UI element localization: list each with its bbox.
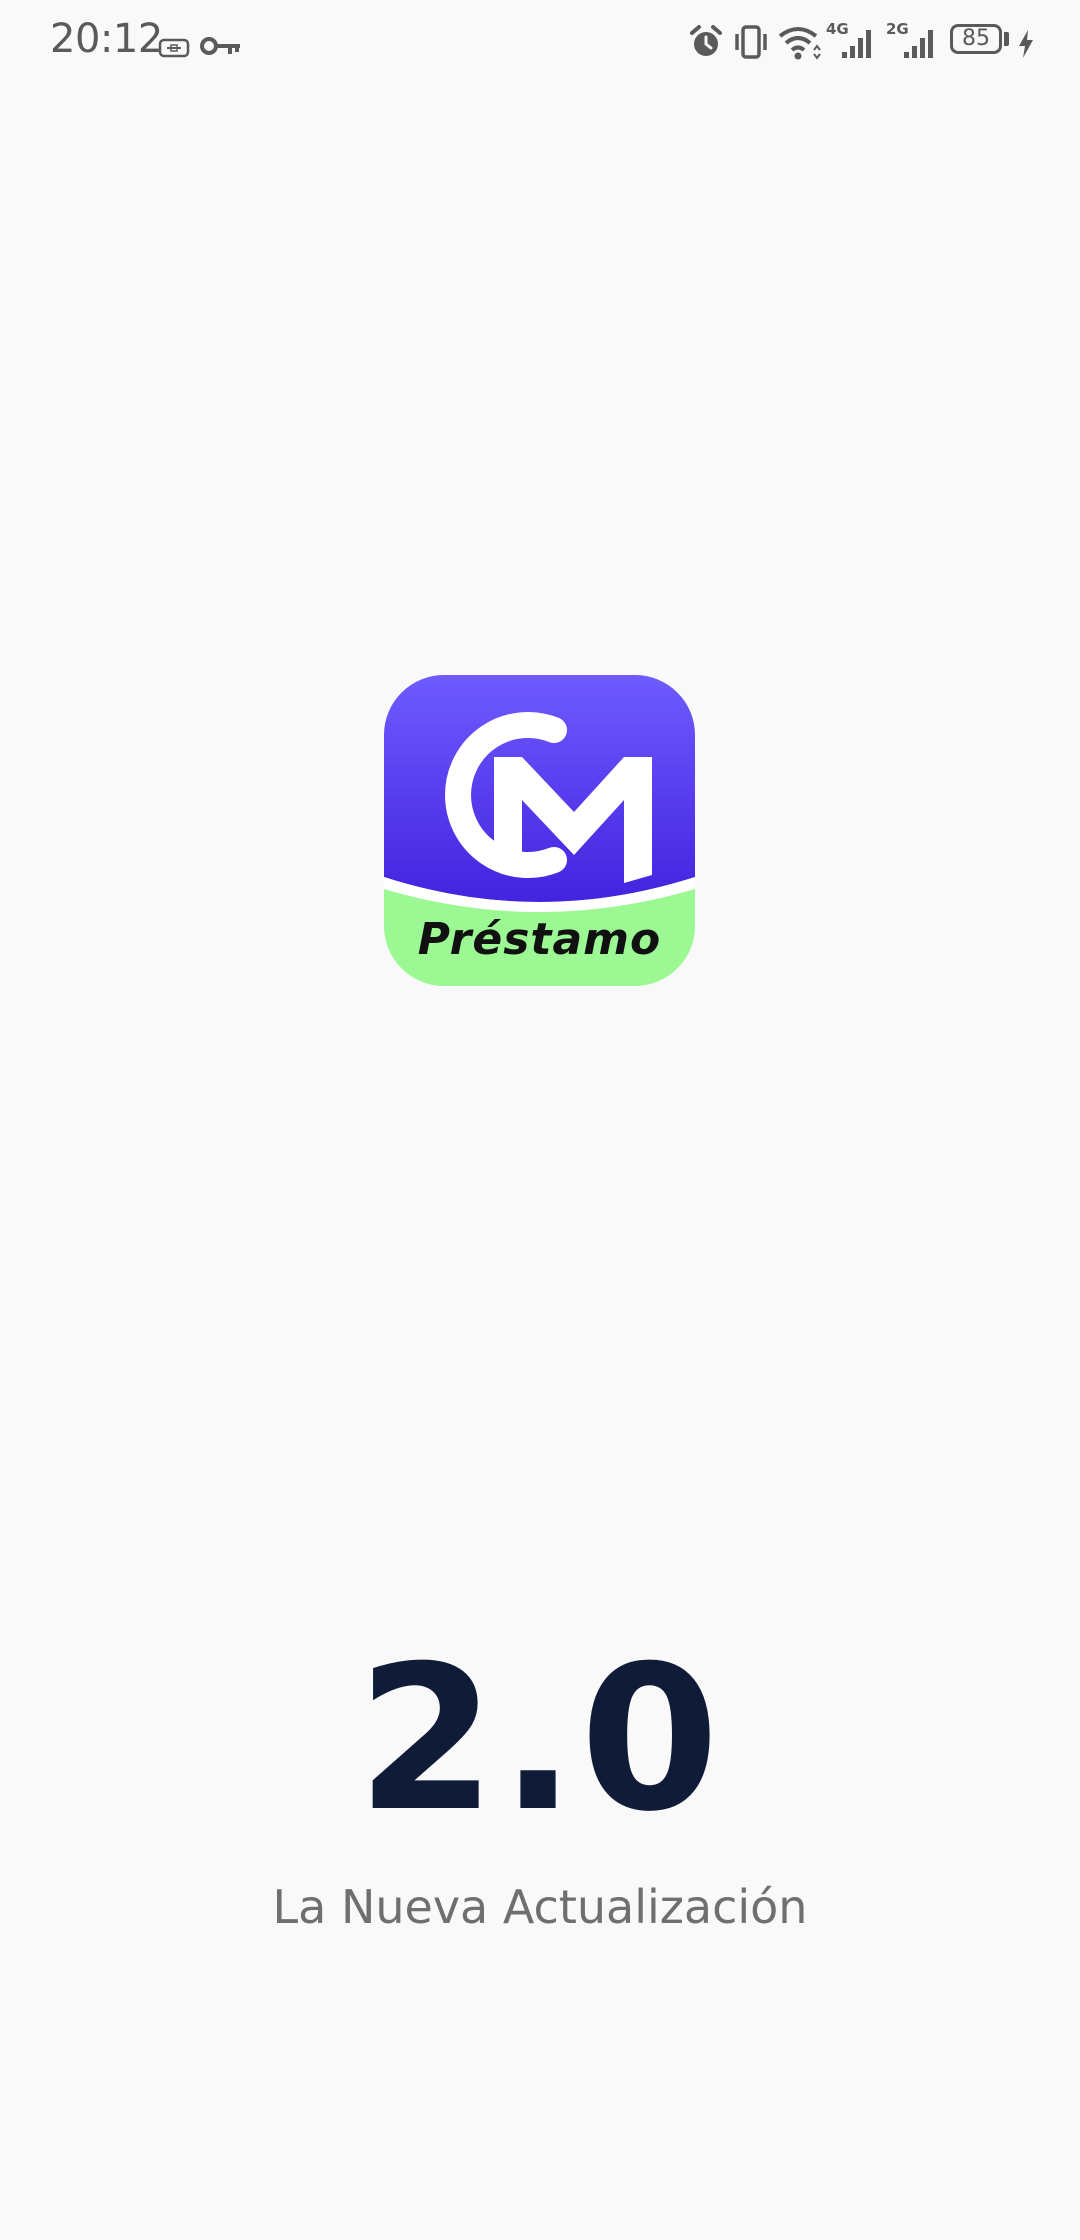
wifi-icon (778, 27, 821, 60)
battery-level: 85 (962, 26, 990, 51)
battery-nub (1004, 32, 1009, 46)
battery-icon: 85 (950, 24, 1002, 54)
vpn-key-icon (200, 37, 240, 55)
alarm-icon (690, 25, 722, 56)
app-logo: Préstamo (384, 675, 695, 986)
logo-word: Préstamo (417, 914, 662, 965)
signal-icon (904, 30, 933, 58)
update-tagline: La Nueva Actualización (272, 1880, 808, 1934)
sim-card-icon (158, 38, 190, 58)
signal-icon (842, 30, 871, 58)
charging-icon (1019, 30, 1033, 58)
status-bar: 20:12 4G 2G 85 (0, 0, 1080, 84)
status-time: 20:12 (50, 16, 163, 62)
vibrate-icon (735, 25, 767, 59)
version-number: 2.0 (356, 1623, 724, 1856)
